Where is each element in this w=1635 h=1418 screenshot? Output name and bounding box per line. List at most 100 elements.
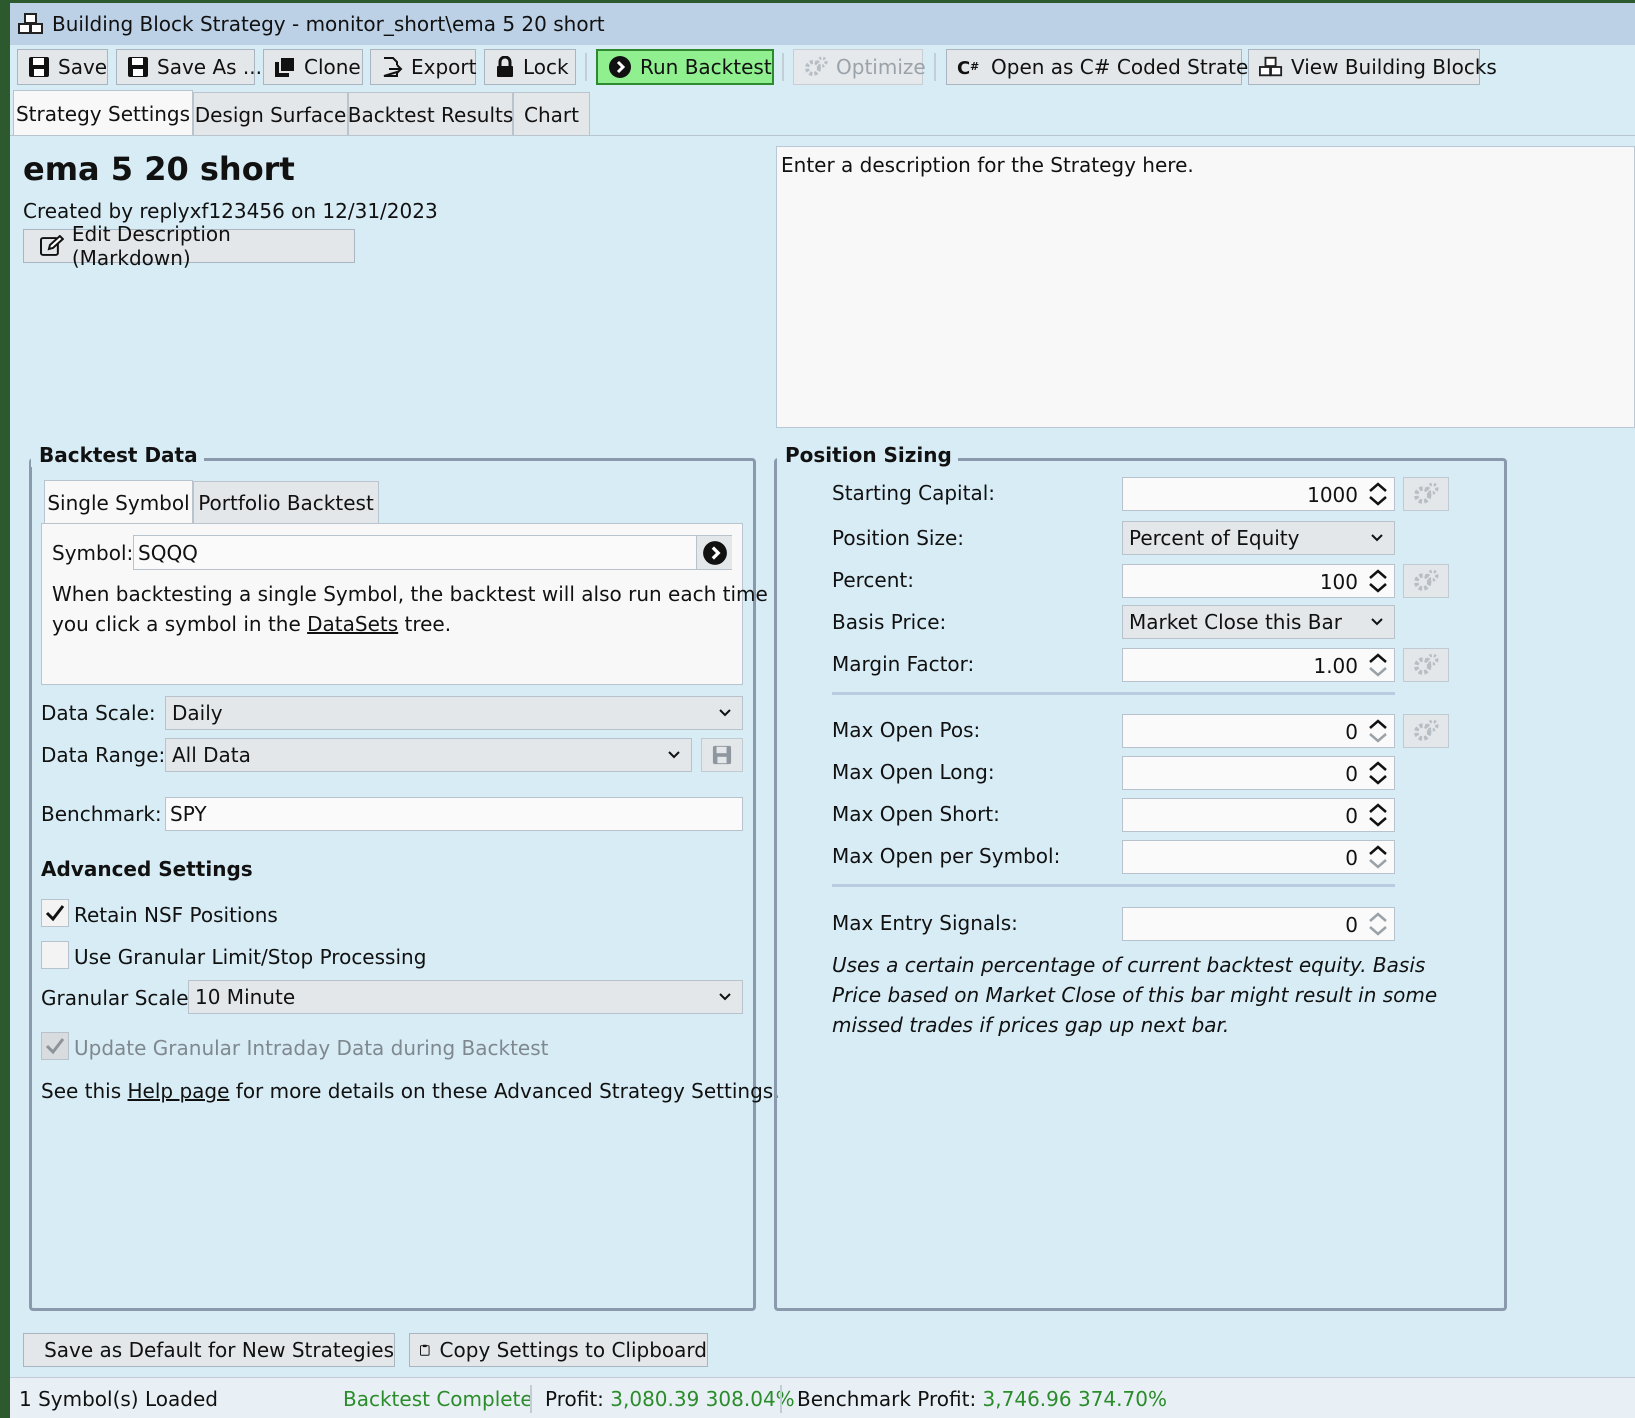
margin-factor-optimize-button[interactable] (1403, 648, 1449, 682)
copy-icon (275, 56, 296, 77)
update-granular-label: Update Granular Intraday Data during Bac… (74, 1036, 549, 1060)
toolbar-separator (782, 53, 784, 81)
granular-processing-label: Use Granular Limit/Stop Processing (74, 945, 427, 969)
percent-optimize-button[interactable] (1403, 564, 1449, 598)
symbol-input[interactable]: SQQQ (133, 535, 732, 570)
chevron-down-icon (1371, 534, 1383, 542)
lock-button[interactable]: Lock (484, 49, 576, 85)
svg-text:C: C (957, 58, 970, 78)
strategy-description[interactable]: Enter a description for the Strategy her… (776, 146, 1635, 428)
position-size-label: Position Size: (832, 526, 965, 550)
open-csharp-button[interactable]: C # Open as C# Coded Strategy (946, 49, 1273, 85)
update-granular-checkbox[interactable] (41, 1032, 69, 1060)
max-entry-signals-input[interactable]: 0 (1122, 907, 1395, 941)
save-as-default-button[interactable]: Save as Default for New Strategies (23, 1333, 395, 1367)
building-blocks-icon (18, 13, 43, 34)
spinner-arrows-icon[interactable] (1364, 842, 1392, 872)
data-range-label: Data Range: (41, 743, 166, 767)
gears-icon (1414, 482, 1439, 504)
max-open-pos-input[interactable]: 0 (1122, 714, 1395, 748)
starting-capital-label: Starting Capital: (832, 481, 996, 505)
spinner-arrows-icon[interactable] (1364, 566, 1392, 596)
basis-price-select[interactable]: Market Close this Bar (1122, 605, 1395, 639)
position-size-select[interactable]: Percent of Equity (1122, 521, 1395, 555)
floppy-disk-icon (712, 745, 732, 765)
tab-strategy-settings[interactable]: Strategy Settings (13, 90, 193, 136)
benchmark-input[interactable]: SPY (165, 797, 743, 831)
margin-factor-input[interactable]: 1.00 (1122, 648, 1395, 682)
max-open-long-label: Max Open Long: (832, 760, 995, 784)
sizing-note-line1: Uses a certain percentage of current bac… (832, 953, 1426, 977)
symbol-go-button[interactable] (696, 536, 732, 569)
spinner-arrows-icon[interactable] (1364, 758, 1392, 788)
chevron-down-icon (719, 709, 731, 717)
checkmark-icon (45, 905, 65, 922)
symbols-loaded-text: 1 Symbol(s) Loaded (19, 1387, 218, 1411)
advanced-settings-heading: Advanced Settings (41, 857, 253, 881)
gears-icon (805, 56, 828, 76)
export-button[interactable]: Export (370, 49, 476, 85)
save-button[interactable]: Save (17, 49, 108, 85)
retain-nsf-checkbox[interactable] (41, 899, 69, 927)
svg-text:#: # (970, 60, 979, 73)
spinner-arrows-icon[interactable] (1364, 909, 1392, 939)
symbol-help-line1: When backtesting a single Symbol, the ba… (52, 582, 768, 606)
data-scale-label: Data Scale: (41, 701, 156, 725)
granular-processing-checkbox[interactable] (41, 941, 69, 969)
floppy-disk-icon (29, 57, 49, 77)
max-open-per-symbol-label: Max Open per Symbol: (832, 844, 1061, 868)
chevron-down-icon (1371, 618, 1383, 626)
save-range-button[interactable] (701, 738, 743, 772)
window-title: Building Block Strategy - monitor_short\… (52, 12, 605, 36)
starting-capital-optimize-button[interactable] (1403, 477, 1449, 511)
clipboard-icon (420, 1344, 430, 1356)
help-page-link[interactable]: Help page (128, 1079, 230, 1103)
max-open-long-input[interactable]: 0 (1122, 756, 1395, 790)
gears-icon (1414, 653, 1439, 675)
spinner-arrows-icon[interactable] (1364, 716, 1392, 746)
export-icon (383, 57, 403, 77)
view-building-blocks-button[interactable]: View Building Blocks (1248, 49, 1497, 85)
toolbar-separator (934, 53, 936, 81)
benchmark-label: Benchmark: (41, 802, 162, 826)
percent-label: Percent: (832, 568, 914, 592)
clone-button[interactable]: Clone (263, 49, 363, 85)
percent-input[interactable]: 100 (1122, 564, 1395, 598)
data-range-select[interactable]: All Data (165, 738, 692, 772)
tab-divider (10, 135, 1635, 136)
play-circle-icon (609, 56, 631, 78)
max-open-short-input[interactable]: 0 (1122, 798, 1395, 832)
tab-backtest-results[interactable]: Backtest Results (348, 92, 513, 136)
backtest-data-heading: Backtest Data (31, 443, 204, 467)
gears-icon (1414, 569, 1439, 591)
subtab-single-symbol[interactable]: Single Symbol (44, 480, 193, 524)
max-open-pos-optimize-button[interactable] (1403, 714, 1449, 748)
spinner-arrows-icon[interactable] (1364, 479, 1392, 509)
copy-settings-button[interactable]: Copy Settings to Clipboard (409, 1333, 708, 1367)
subtab-portfolio-backtest[interactable]: Portfolio Backtest (193, 481, 379, 523)
datasets-link[interactable]: DataSets (307, 612, 398, 636)
starting-capital-input[interactable]: 1000 (1122, 477, 1395, 511)
max-open-per-symbol-input[interactable]: 0 (1122, 840, 1395, 874)
granular-scale-label: Granular Scale (41, 986, 189, 1010)
position-sizing-heading: Position Sizing (777, 443, 958, 467)
section-divider (832, 692, 1395, 695)
status-separator (780, 1385, 782, 1413)
optimize-button[interactable]: Optimize (793, 49, 926, 85)
edit-description-button[interactable]: Edit Description (Markdown) (23, 222, 355, 270)
spinner-arrows-icon[interactable] (1364, 800, 1392, 830)
tab-design-surface[interactable]: Design Surface (193, 92, 348, 136)
spinner-arrows-icon[interactable] (1364, 650, 1392, 680)
data-scale-select[interactable]: Daily (165, 696, 743, 730)
floppy-disk-icon (128, 57, 148, 77)
symbol-help-line2: you click a symbol in the DataSets tree. (52, 612, 452, 636)
margin-factor-label: Margin Factor: (832, 652, 975, 676)
benchmark-profit-text: Benchmark Profit: 3,746.96 374.70% (797, 1387, 1167, 1411)
max-entry-signals-label: Max Entry Signals: (832, 911, 1018, 935)
save-as-button[interactable]: Save As ... (116, 49, 262, 85)
run-backtest-button[interactable]: Run Backtest (596, 49, 774, 85)
tab-chart[interactable]: Chart (513, 92, 590, 136)
granular-scale-select[interactable]: 10 Minute (188, 980, 743, 1014)
status-separator (530, 1385, 532, 1413)
chevron-down-icon (668, 751, 680, 759)
